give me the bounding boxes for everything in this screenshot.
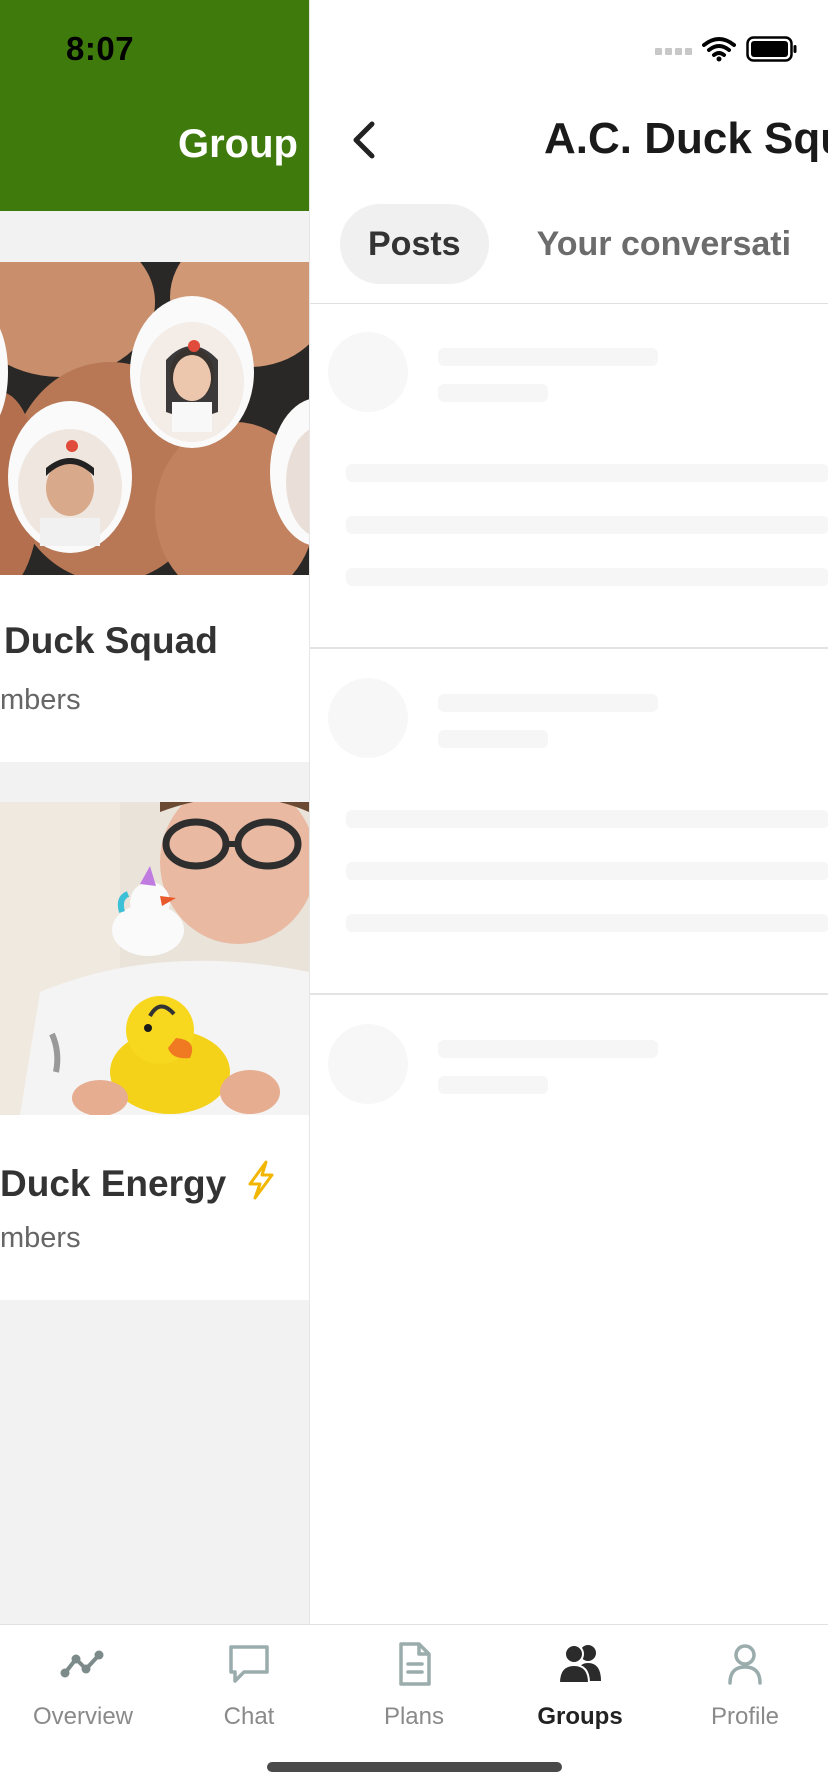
skeleton-avatar <box>328 332 408 412</box>
group-name-text: Duck Energy <box>0 1163 227 1204</box>
battery-icon <box>746 36 798 67</box>
skeleton-line <box>346 914 828 932</box>
group-card-duck-energy[interactable]: Duck Energy mbers <box>0 802 309 1300</box>
plans-icon <box>399 1642 431 1686</box>
tab-your-conversations[interactable]: Your conversati <box>537 204 819 284</box>
group-name: Duck Energy <box>0 1160 276 1209</box>
group-detail-page: A.C. Duck Squ Posts Your conversati <box>309 0 828 1624</box>
group-name: Duck Squad <box>4 620 218 661</box>
skeleton-line <box>346 862 828 880</box>
tab-bar-label: Profile <box>710 1703 780 1730</box>
group-image-eggs <box>0 262 309 575</box>
cellular-signal-icon <box>655 48 692 55</box>
skeleton-line <box>346 810 828 828</box>
group-card-duck-squad[interactable]: Duck Squad mbers <box>0 262 309 762</box>
skeleton-line <box>438 1040 658 1058</box>
groups-screen: 8:07 Group Duck Squad mbers Duck Energy … <box>0 0 309 1624</box>
content-tabs: Posts Your conversati <box>340 204 819 284</box>
skeleton-avatar <box>328 1024 408 1104</box>
page-title: A.C. Duck Squ <box>544 114 828 163</box>
group-image-duck-person <box>0 802 309 1115</box>
tab-bar-item-overview[interactable]: Overview <box>0 1641 166 1731</box>
skeleton-post <box>310 304 828 649</box>
tab-bar-label: Plans <box>383 1703 445 1730</box>
skeleton-line <box>346 516 828 534</box>
status-time: 8:07 <box>66 30 135 67</box>
groups-title: Group <box>178 122 298 166</box>
tab-bar-item-chat[interactable]: Chat <box>166 1641 332 1731</box>
chat-icon <box>229 1645 269 1683</box>
groups-header: 8:07 Group <box>0 0 309 211</box>
group-members: mbers <box>0 684 81 716</box>
skeleton-line <box>346 464 828 482</box>
skeleton-line <box>346 568 828 586</box>
status-icons <box>655 36 798 67</box>
tab-bar-item-plans[interactable]: Plans <box>331 1641 497 1731</box>
tab-bar-label: Overview <box>32 1703 134 1730</box>
tab-bar-item-groups[interactable]: Groups <box>497 1641 663 1731</box>
skeleton-line <box>438 384 548 402</box>
groups-icon <box>557 1644 601 1684</box>
profile-icon <box>728 1644 762 1685</box>
skeleton-post <box>310 996 828 1341</box>
tab-bar-label: Chat <box>223 1703 275 1730</box>
group-members: mbers <box>0 1222 81 1254</box>
chevron-left-icon <box>353 121 375 159</box>
skeleton-post <box>310 650 828 995</box>
home-indicator <box>267 1762 562 1772</box>
back-button[interactable] <box>346 118 386 162</box>
skeleton-line <box>438 694 658 712</box>
tab-bar-item-profile[interactable]: Profile <box>662 1641 828 1731</box>
tab-bar-label: Groups <box>537 1703 623 1730</box>
skeleton-line <box>438 1076 548 1094</box>
wifi-icon <box>702 36 736 67</box>
screen: 8:07 Group Duck Squad mbers Duck Energy … <box>0 0 828 1792</box>
skeleton-line <box>438 348 658 366</box>
lightning-icon <box>246 1160 276 1209</box>
overview-icon <box>60 1650 104 1678</box>
tab-posts[interactable]: Posts <box>340 204 489 284</box>
skeleton-line <box>438 730 548 748</box>
skeleton-avatar <box>328 678 408 758</box>
